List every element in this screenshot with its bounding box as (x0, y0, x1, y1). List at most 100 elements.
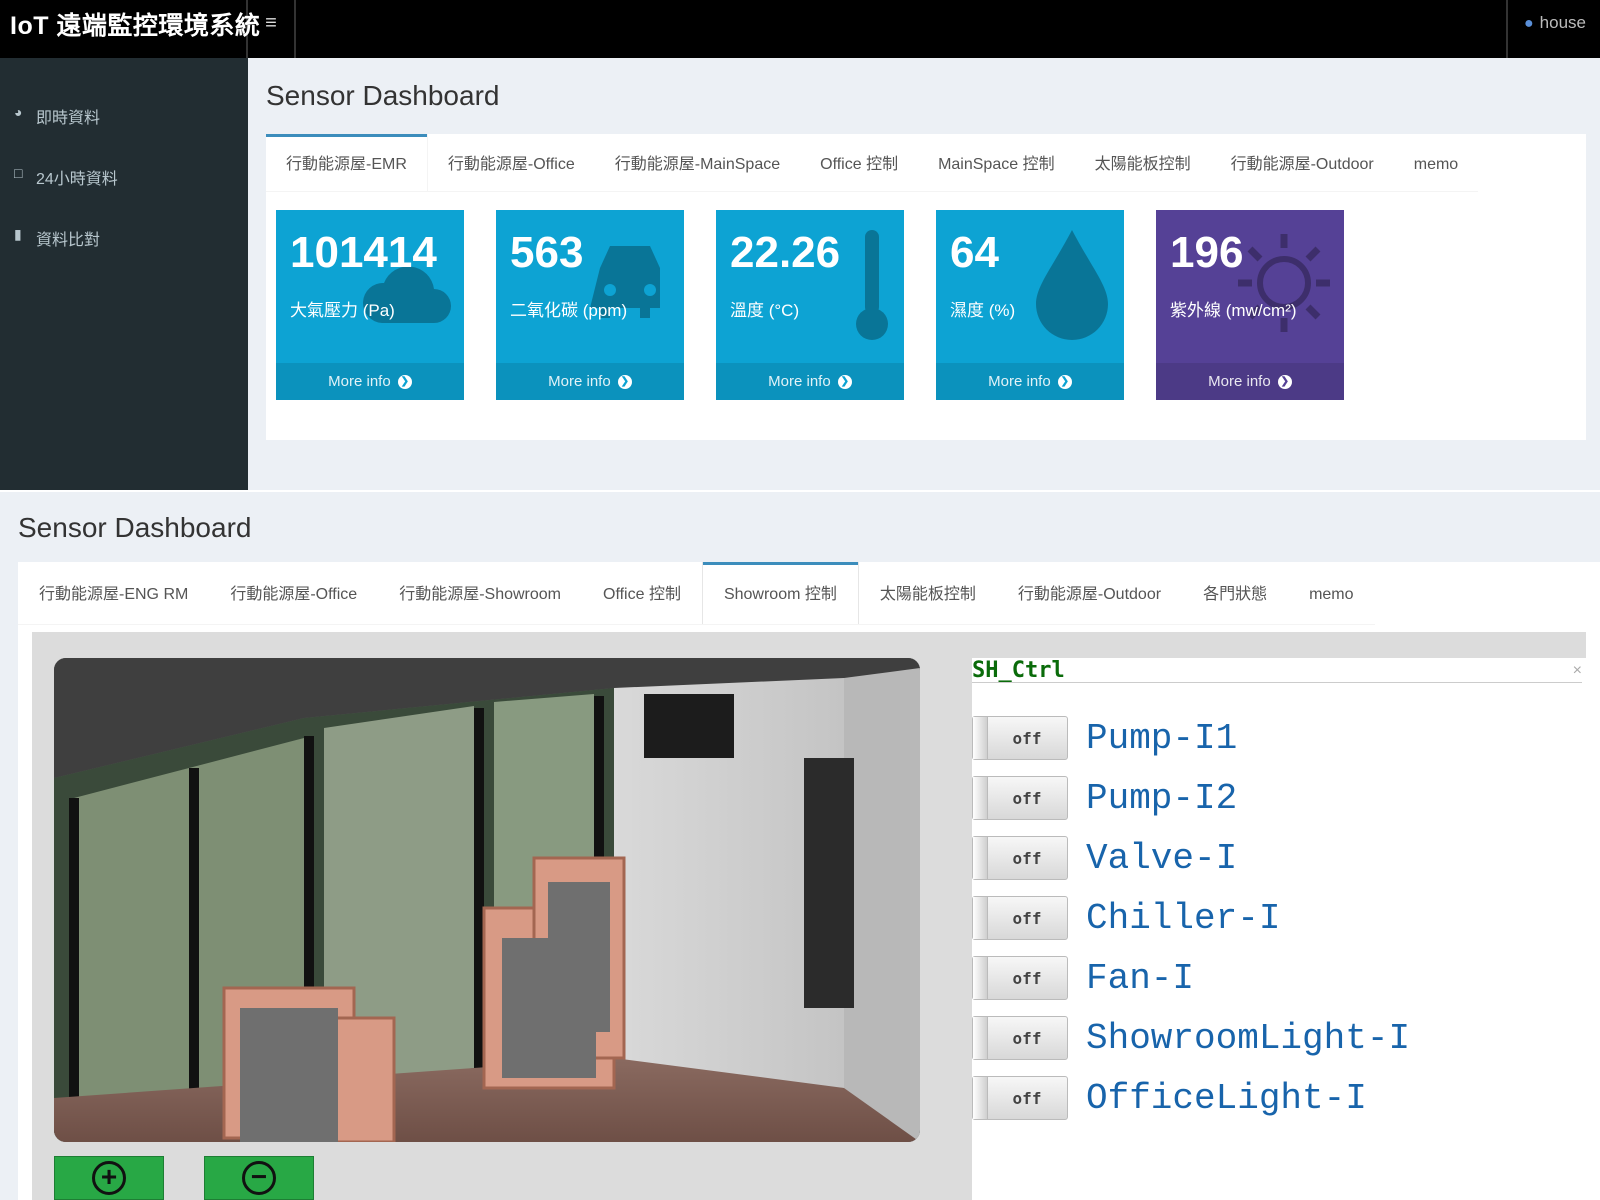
sidebar-item-label: 即時資料 (36, 110, 101, 127)
device-row-showroomlight-i: off ShowroomLight-I (972, 1014, 1410, 1062)
more-info-link[interactable]: More info ❯ (276, 363, 464, 400)
info-boxes: 101414 大氣壓力 (Pa) More info ❯ 563 二氧化碳 (p… (276, 210, 1344, 400)
close-icon[interactable]: × (1573, 662, 1582, 680)
tab-office[interactable]: 行動能源屋-Office (428, 134, 595, 191)
car-icon (590, 246, 660, 318)
tab-office[interactable]: 行動能源屋-Office (209, 562, 378, 624)
device-row-chiller-i: off Chiller-I (972, 894, 1280, 942)
device-row-pump-i2: off Pump-I2 (972, 774, 1237, 822)
divider (972, 682, 1582, 683)
tab-bar: 行動能源屋-EMR 行動能源屋-Office 行動能源屋-MainSpace O… (266, 134, 1479, 192)
more-info-link[interactable]: More info ❯ (496, 363, 684, 400)
sun-icon (1238, 234, 1330, 332)
fan-i-toggle[interactable]: off (972, 956, 1068, 1000)
user-icon: ● (1524, 15, 1534, 32)
device-label: Chiller-I (1086, 897, 1281, 939)
camera-feed (54, 658, 920, 1142)
tab-mainspace-control[interactable]: MainSpace 控制 (918, 134, 1075, 191)
user-menu[interactable]: ● house (1506, 0, 1600, 58)
arrow-circle-icon: ❯ (1277, 375, 1292, 390)
device-row-pump-i1: off Pump-I1 (972, 714, 1237, 762)
uv-label: 紫外線 (mw/cm²) (1170, 301, 1297, 320)
device-row-fan-i: off Fan-I (972, 954, 1194, 1002)
arrow-circle-icon: ❯ (617, 375, 632, 390)
chiller-i-toggle[interactable]: off (972, 896, 1068, 940)
device-label: Fan-I (1086, 957, 1195, 999)
tab-office-control[interactable]: Office 控制 (800, 134, 918, 191)
uv-box: 196 紫外線 (mw/cm²) More info ❯ (1156, 210, 1344, 400)
humidity-label: 濕度 (%) (950, 301, 1016, 320)
droplet-icon (1036, 230, 1108, 340)
device-label: Valve-I (1086, 837, 1238, 879)
dashboard-icon: ◕ (14, 104, 23, 120)
temperature-value: 22.26 (730, 228, 841, 277)
device-label: Pump-I2 (1086, 777, 1238, 819)
zoom-out-button[interactable]: − (204, 1156, 314, 1200)
widget-title: SH_Ctrl (972, 658, 1065, 683)
sidebar-item-24h[interactable]: □ 24小時資料 (0, 165, 248, 226)
tab-box: 行動能源屋-ENG RM 行動能源屋-Office 行動能源屋-Showroom… (18, 562, 1600, 1200)
tab-mainspace[interactable]: 行動能源屋-MainSpace (595, 134, 800, 191)
pressure-label: 大氣壓力 (Pa) (290, 301, 395, 320)
tab-memo[interactable]: memo (1288, 562, 1374, 624)
tab-showroom-control[interactable]: Showroom 控制 (701, 562, 859, 624)
zoom-in-button[interactable]: + (54, 1156, 164, 1200)
valve-i-toggle[interactable]: off (972, 836, 1068, 880)
pressure-box: 101414 大氣壓力 (Pa) More info ❯ (276, 210, 464, 400)
arrow-circle-icon: ❯ (1057, 375, 1072, 390)
page-title: Sensor Dashboard (266, 80, 500, 111)
more-info-link[interactable]: More info ❯ (936, 363, 1124, 400)
pump-i2-toggle[interactable]: off (972, 776, 1068, 820)
device-row-valve-i: off Valve-I (972, 834, 1237, 882)
more-info-link[interactable]: More info ❯ (716, 363, 904, 400)
showroom-control-panel: + − SH_Ctrl × off Pump-I1 off Pump-I2 of… (32, 632, 1588, 1200)
temperature-label: 溫度 (°C) (730, 301, 800, 320)
temperature-box: 22.26 溫度 (°C) More info ❯ (716, 210, 904, 400)
showroomlight-i-toggle[interactable]: off (972, 1016, 1068, 1060)
humidity-value: 64 (950, 228, 999, 277)
device-control-widget: SH_Ctrl × off Pump-I1 off Pump-I2 off Va… (972, 658, 1588, 1200)
top-screenshot: IoT 遠端監控環境系統 ≡ ● house ◕ 即時資料 □ 24小時資料 ▮ … (0, 0, 1600, 490)
co2-value: 563 (510, 228, 584, 277)
app-brand[interactable]: IoT 遠端監控環境系統 (0, 0, 260, 58)
tab-memo[interactable]: memo (1394, 134, 1478, 191)
bottom-screenshot: Sensor Dashboard 行動能源屋-ENG RM 行動能源屋-Offi… (0, 492, 1600, 1200)
sidebar-item-realtime[interactable]: ◕ 即時資料 (0, 104, 248, 165)
tab-solar-control[interactable]: 太陽能板控制 (1075, 134, 1211, 191)
officelight-i-toggle[interactable]: off (972, 1076, 1068, 1120)
humidity-box: 64 濕度 (%) More info ❯ (936, 210, 1124, 400)
tab-bar: 行動能源屋-ENG RM 行動能源屋-Office 行動能源屋-Showroom… (18, 562, 1375, 625)
co2-label: 二氧化碳 (ppm) (510, 301, 628, 320)
user-name: house (1539, 13, 1586, 32)
sidebar-item-label: 24小時資料 (36, 171, 118, 188)
sidebar: ◕ 即時資料 □ 24小時資料 ▮ 資料比對 (0, 58, 248, 490)
arrow-circle-icon: ❯ (837, 375, 852, 390)
uv-value: 196 (1170, 228, 1244, 277)
pump-i1-toggle[interactable]: off (972, 716, 1068, 760)
tab-door-status[interactable]: 各門狀態 (1182, 562, 1288, 624)
tab-outdoor[interactable]: 行動能源屋-Outdoor (997, 562, 1182, 624)
main-content: Sensor Dashboard 行動能源屋-EMR 行動能源屋-Office … (248, 58, 1600, 490)
co2-box: 563 二氧化碳 (ppm) More info ❯ (496, 210, 684, 400)
tab-box: 行動能源屋-EMR 行動能源屋-Office 行動能源屋-MainSpace O… (266, 134, 1586, 440)
tab-eng-rm[interactable]: 行動能源屋-ENG RM (18, 562, 209, 624)
hamburger-icon[interactable]: ≡ (248, 0, 296, 58)
tab-office-control[interactable]: Office 控制 (582, 562, 702, 624)
tab-showroom[interactable]: 行動能源屋-Showroom (378, 562, 582, 624)
book-icon: □ (14, 165, 23, 181)
tab-solar-control[interactable]: 太陽能板控制 (859, 562, 997, 624)
device-label: OfficeLight-I (1086, 1077, 1367, 1119)
thermometer-icon (856, 230, 888, 340)
zoom-out-icon: − (242, 1161, 276, 1195)
bar-chart-icon: ▮ (14, 226, 22, 242)
zoom-in-icon: + (92, 1161, 126, 1195)
more-info-link[interactable]: More info ❯ (1156, 363, 1344, 400)
device-label: Pump-I1 (1086, 717, 1238, 759)
pressure-value: 101414 (290, 228, 437, 277)
device-label: ShowroomLight-I (1086, 1017, 1411, 1059)
tab-outdoor[interactable]: 行動能源屋-Outdoor (1211, 134, 1394, 191)
arrow-circle-icon: ❯ (397, 375, 412, 390)
tab-emr[interactable]: 行動能源屋-EMR (266, 134, 428, 191)
sidebar-item-compare[interactable]: ▮ 資料比對 (0, 226, 248, 287)
sidebar-item-label: 資料比對 (36, 232, 101, 249)
